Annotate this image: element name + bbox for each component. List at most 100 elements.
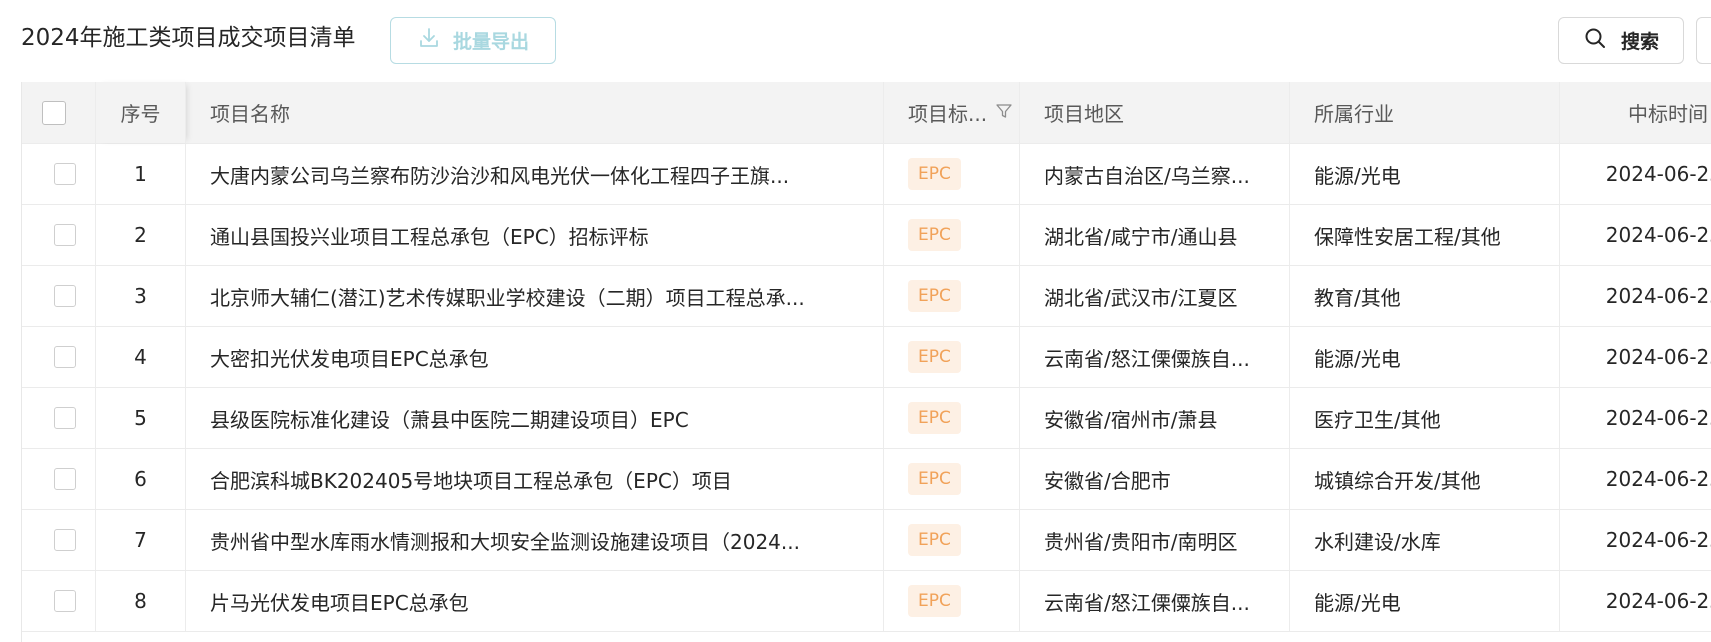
row-tag-cell: EPC xyxy=(884,266,1020,326)
row-tag-cell: EPC xyxy=(884,144,1020,204)
row-award-date: 2024-06-25 xyxy=(1605,528,1711,552)
row-industry: 城镇综合开发/其他 xyxy=(1290,449,1560,509)
row-award-date: 2024-06-25 xyxy=(1605,223,1711,247)
header-project-tag-label: 项目标... xyxy=(908,102,988,126)
header-checkbox-cell xyxy=(22,82,96,143)
header-project-tag: 项目标... xyxy=(884,82,1020,143)
toolbar: 2024年施工类项目成交项目清单 批量导出 搜索 xyxy=(0,0,1711,76)
header-project-name: 项目名称 xyxy=(186,82,884,143)
filter-icon[interactable] xyxy=(987,101,1013,125)
row-project-name[interactable]: 县级医院标准化建设（萧县中医院二期建设项目）EPC xyxy=(210,404,689,433)
row-project-name[interactable]: 合肥滨科城BK202405号地块项目工程总承包（EPC）项目 xyxy=(210,465,732,494)
row-project-name-cell: 片马光伏发电项目EPC总承包 xyxy=(186,571,884,631)
row-checkbox-cell xyxy=(22,388,96,448)
project-tag-badge: EPC xyxy=(908,463,961,495)
row-checkbox-cell xyxy=(22,266,96,326)
header-project-region: 项目地区 xyxy=(1020,82,1290,143)
row-industry: 能源/光电 xyxy=(1290,144,1560,204)
project-tag-badge: EPC xyxy=(908,402,961,434)
row-checkbox[interactable] xyxy=(53,224,76,246)
table-row[interactable]: 5 县级医院标准化建设（萧县中医院二期建设项目）EPC EPC 安徽省/宿州市/萧县 医… xyxy=(22,388,1711,449)
header-index: 序号 xyxy=(96,82,186,143)
row-index: 6 xyxy=(96,449,186,509)
row-index: 1 xyxy=(96,144,186,204)
row-industry: 能源/光电 xyxy=(1290,571,1560,631)
row-project-name-cell: 县级医院标准化建设（萧县中医院二期建设项目）EPC xyxy=(186,388,884,448)
row-checkbox[interactable] xyxy=(53,285,76,307)
row-index: 5 xyxy=(96,388,186,448)
row-project-name-cell: 通山县国投兴业项目工程总承包（EPC）招标评标 xyxy=(186,205,884,265)
row-project-name-cell: 大唐内蒙公司乌兰察布防沙治沙和风电光伏一体化工程四子王旗... xyxy=(186,144,884,204)
table-row[interactable]: 1 大唐内蒙公司乌兰察布防沙治沙和风电光伏一体化工程四子王旗... EPC 内蒙古自治… xyxy=(22,144,1711,205)
row-project-name-cell: 合肥滨科城BK202405号地块项目工程总承包（EPC）项目 xyxy=(186,449,884,509)
row-region: 湖北省/武汉市/江夏区 xyxy=(1044,285,1238,310)
row-region-cell: 云南省/怒江傈僳族自... xyxy=(1020,571,1290,631)
row-industry: 水利建设/水库 xyxy=(1290,510,1560,570)
search-label: 搜索 xyxy=(1620,31,1659,53)
row-checkbox[interactable] xyxy=(53,468,76,490)
table-row[interactable]: 7 贵州省中型水库雨水情测报和大坝安全监测设施建设项目（2024... EPC 贵州省… xyxy=(22,510,1711,571)
row-project-name-cell: 大密扣光伏发电项目EPC总承包 xyxy=(186,327,884,387)
row-checkbox-cell xyxy=(22,327,96,387)
row-tag-cell: EPC xyxy=(884,510,1020,570)
row-region: 湖北省/咸宁市/通山县 xyxy=(1044,224,1238,249)
table-row[interactable]: 3 北京师大辅仁(潜江)艺术传媒职业学校建设（二期）项目工程总承... EPC 湖北省… xyxy=(22,266,1711,327)
table-row[interactable]: 2 通山县国投兴业项目工程总承包（EPC）招标评标 EPC 湖北省/咸宁市/通山县 保障… xyxy=(22,205,1711,266)
row-award-date: 2024-06-25 xyxy=(1605,284,1711,308)
row-checkbox[interactable] xyxy=(53,407,76,429)
row-industry: 能源/光电 xyxy=(1290,327,1560,387)
table-row[interactable]: 8 片马光伏发电项目EPC总承包 EPC 云南省/怒江傈僳族自... 能源/光电 2024… xyxy=(22,571,1711,632)
row-region-cell: 云南省/怒江傈僳族自... xyxy=(1020,327,1290,387)
row-region-cell: 湖北省/咸宁市/通山县 xyxy=(1020,205,1290,265)
project-tag-badge: EPC xyxy=(908,280,961,312)
row-checkbox[interactable] xyxy=(53,590,76,612)
download-icon xyxy=(417,26,441,55)
row-project-name-cell: 贵州省中型水库雨水情测报和大坝安全监测设施建设项目（2024... xyxy=(186,510,884,570)
row-project-name[interactable]: 贵州省中型水库雨水情测报和大坝安全监测设施建设项目（2024... xyxy=(210,526,800,555)
search-icon xyxy=(1583,26,1607,55)
row-award-date: 2024-06-25 xyxy=(1605,406,1711,430)
row-region: 安徽省/宿州市/萧县 xyxy=(1044,407,1218,432)
row-checkbox[interactable] xyxy=(53,346,76,368)
row-project-name[interactable]: 大密扣光伏发电项目EPC总承包 xyxy=(210,343,489,372)
header-industry: 所属行业 xyxy=(1290,82,1560,143)
row-region-cell: 安徽省/宿州市/萧县 xyxy=(1020,388,1290,448)
batch-export-button[interactable]: 批量导出 xyxy=(390,17,556,64)
table-row[interactable]: 4 大密扣光伏发电项目EPC总承包 EPC 云南省/怒江傈僳族自... 能源/光电 202… xyxy=(22,327,1711,388)
row-project-name[interactable]: 大唐内蒙公司乌兰察布防沙治沙和风电光伏一体化工程四子王旗... xyxy=(210,160,789,189)
more-button[interactable] xyxy=(1696,17,1711,64)
search-button[interactable]: 搜索 xyxy=(1558,17,1684,64)
row-index: 8 xyxy=(96,571,186,631)
row-checkbox-cell xyxy=(22,571,96,631)
row-checkbox[interactable] xyxy=(53,163,76,185)
row-index: 7 xyxy=(96,510,186,570)
row-award-date: 2024-06-25 xyxy=(1605,467,1711,491)
row-tag-cell: EPC xyxy=(884,449,1020,509)
row-region: 安徽省/合肥市 xyxy=(1044,468,1171,493)
row-project-name[interactable]: 通山县国投兴业项目工程总承包（EPC）招标评标 xyxy=(210,221,649,250)
project-tag-badge: EPC xyxy=(908,341,961,373)
batch-export-label: 批量导出 xyxy=(452,31,529,53)
row-industry: 保障性安居工程/其他 xyxy=(1290,205,1560,265)
row-region-cell: 内蒙古自治区/乌兰察... xyxy=(1020,144,1290,204)
row-tag-cell: EPC xyxy=(884,388,1020,448)
header-award-date: 中标时间 xyxy=(1628,102,1708,126)
table-row[interactable]: 6 合肥滨科城BK202405号地块项目工程总承包（EPC）项目 EPC 安徽省/合肥… xyxy=(22,449,1711,510)
row-industry: 医疗卫生/其他 xyxy=(1290,388,1560,448)
row-award-date: 2024-06-25 xyxy=(1605,162,1711,186)
row-project-name[interactable]: 北京师大辅仁(潜江)艺术传媒职业学校建设（二期）项目工程总承... xyxy=(210,282,805,311)
project-tag-badge: EPC xyxy=(908,219,961,251)
row-industry: 教育/其他 xyxy=(1290,266,1560,326)
row-region-cell: 湖北省/武汉市/江夏区 xyxy=(1020,266,1290,326)
row-award-date: 2024-06-25 xyxy=(1605,589,1711,613)
row-region: 内蒙古自治区/乌兰察... xyxy=(1044,163,1250,188)
row-checkbox-cell xyxy=(22,510,96,570)
select-all-checkbox[interactable] xyxy=(42,100,66,125)
row-checkbox-cell xyxy=(22,449,96,509)
row-region: 贵州省/贵阳市/南明区 xyxy=(1044,529,1238,554)
row-project-name[interactable]: 片马光伏发电项目EPC总承包 xyxy=(210,587,469,616)
row-region: 云南省/怒江傈僳族自... xyxy=(1044,346,1250,371)
row-checkbox[interactable] xyxy=(53,529,76,551)
project-tag-badge: EPC xyxy=(908,524,961,556)
row-index: 4 xyxy=(96,327,186,387)
